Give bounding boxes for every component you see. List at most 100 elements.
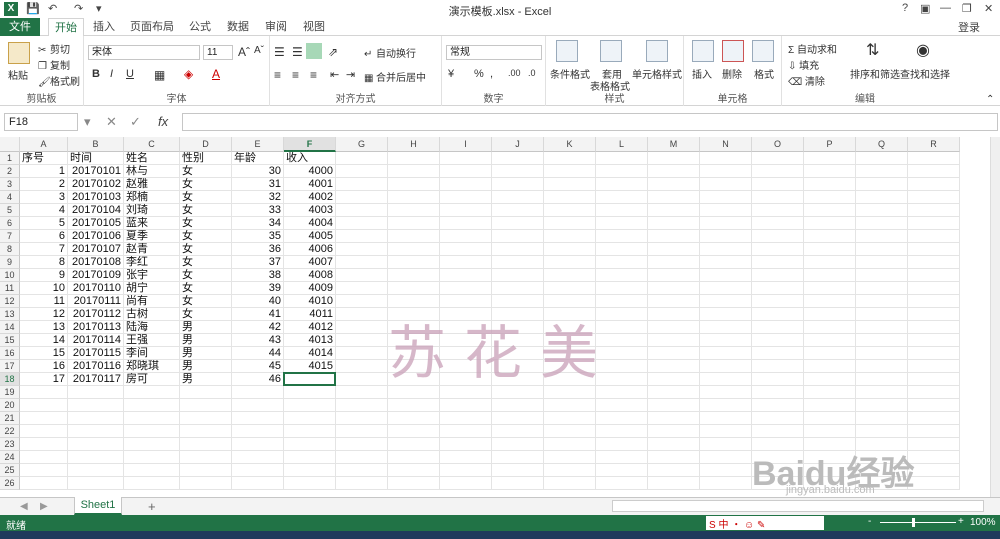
cell[interactable]	[440, 152, 492, 165]
cell[interactable]: 郑晓琪	[124, 360, 180, 373]
cell[interactable]	[180, 464, 232, 477]
decrease-indent-icon[interactable]: ⇤	[330, 68, 339, 81]
cell[interactable]	[336, 425, 388, 438]
cell[interactable]: 1	[20, 165, 68, 178]
cell[interactable]	[492, 152, 544, 165]
cell[interactable]	[752, 217, 804, 230]
cell[interactable]: 20170117	[68, 373, 124, 386]
cell[interactable]	[492, 243, 544, 256]
cell[interactable]: 女	[180, 308, 232, 321]
column-header[interactable]: A	[20, 137, 68, 152]
cell[interactable]	[908, 308, 960, 321]
cell[interactable]: 4002	[284, 191, 336, 204]
cell[interactable]	[908, 243, 960, 256]
cell[interactable]: 20170110	[68, 282, 124, 295]
cell[interactable]: 女	[180, 204, 232, 217]
cell[interactable]	[648, 477, 700, 490]
cell[interactable]	[596, 230, 648, 243]
cell[interactable]	[908, 477, 960, 490]
cell[interactable]	[596, 191, 648, 204]
cell[interactable]	[180, 399, 232, 412]
cell[interactable]	[700, 412, 752, 425]
select-all-corner[interactable]	[0, 137, 20, 152]
cell[interactable]	[596, 256, 648, 269]
cell[interactable]	[596, 477, 648, 490]
cell[interactable]	[752, 334, 804, 347]
cell[interactable]	[804, 321, 856, 334]
cell[interactable]: 男	[180, 334, 232, 347]
cell[interactable]	[388, 438, 440, 451]
add-sheet-button[interactable]: +	[148, 499, 156, 514]
cell[interactable]	[492, 269, 544, 282]
conditional-format-icon[interactable]	[556, 40, 578, 62]
cell[interactable]	[492, 282, 544, 295]
cell[interactable]	[908, 347, 960, 360]
cell[interactable]: 34	[232, 217, 284, 230]
cell[interactable]	[336, 269, 388, 282]
header-cell[interactable]: 姓名	[124, 152, 180, 165]
cell-styles-icon[interactable]	[646, 40, 668, 62]
cell[interactable]	[20, 412, 68, 425]
align-middle-icon[interactable]: ☰	[292, 45, 303, 59]
cell[interactable]	[648, 152, 700, 165]
cell[interactable]: 40	[232, 295, 284, 308]
cell[interactable]: 女	[180, 282, 232, 295]
cell[interactable]	[752, 178, 804, 191]
cell[interactable]	[908, 438, 960, 451]
cell[interactable]	[232, 412, 284, 425]
cell[interactable]	[752, 386, 804, 399]
border-icon[interactable]: ▦	[154, 68, 165, 82]
cell[interactable]	[908, 321, 960, 334]
cut-button[interactable]: ✂ 剪切	[38, 41, 70, 56]
cell[interactable]	[124, 412, 180, 425]
cell[interactable]	[804, 386, 856, 399]
cell[interactable]	[752, 256, 804, 269]
cell[interactable]	[68, 386, 124, 399]
cell[interactable]	[648, 412, 700, 425]
row-header[interactable]: 1	[0, 152, 20, 165]
column-header[interactable]: F	[284, 137, 336, 152]
cell[interactable]	[700, 191, 752, 204]
cell[interactable]	[440, 412, 492, 425]
cell[interactable]	[124, 451, 180, 464]
cell[interactable]: 33	[232, 204, 284, 217]
cell[interactable]	[284, 399, 336, 412]
cell[interactable]	[648, 321, 700, 334]
cell[interactable]: 女	[180, 230, 232, 243]
cell[interactable]	[336, 399, 388, 412]
cell[interactable]	[544, 204, 596, 217]
cell[interactable]	[284, 451, 336, 464]
cell[interactable]	[388, 230, 440, 243]
cell[interactable]	[440, 438, 492, 451]
cell[interactable]	[804, 191, 856, 204]
minimize-icon[interactable]: —	[940, 2, 951, 14]
horizontal-scrollbar[interactable]	[612, 500, 984, 512]
cell[interactable]: 20170101	[68, 165, 124, 178]
fill-button[interactable]: ⇩ 填充	[788, 57, 819, 72]
cell[interactable]	[232, 464, 284, 477]
cell[interactable]	[124, 399, 180, 412]
row-header[interactable]: 11	[0, 282, 20, 295]
cell[interactable]: 房可	[124, 373, 180, 386]
cell[interactable]	[232, 477, 284, 490]
grow-font-icon[interactable]: Aˆ	[238, 45, 250, 59]
cell[interactable]: 4006	[284, 243, 336, 256]
align-bottom-icon[interactable]	[306, 43, 322, 59]
cell[interactable]	[908, 464, 960, 477]
shrink-font-icon[interactable]: Aˇ	[254, 45, 264, 56]
zoom-level[interactable]: 100%	[970, 517, 996, 528]
cell[interactable]: 陆海	[124, 321, 180, 334]
cell[interactable]: 女	[180, 165, 232, 178]
cell[interactable]	[908, 399, 960, 412]
tab-file[interactable]: 文件	[0, 18, 40, 36]
column-header[interactable]: O	[752, 137, 804, 152]
cell[interactable]	[856, 412, 908, 425]
cell[interactable]	[648, 243, 700, 256]
cell[interactable]	[804, 399, 856, 412]
collapse-ribbon-icon[interactable]: ⌃	[986, 94, 994, 105]
row-header[interactable]: 19	[0, 386, 20, 399]
cancel-icon[interactable]: ✕	[106, 114, 117, 130]
cell[interactable]	[544, 191, 596, 204]
cell[interactable]	[336, 477, 388, 490]
column-header[interactable]: B	[68, 137, 124, 152]
